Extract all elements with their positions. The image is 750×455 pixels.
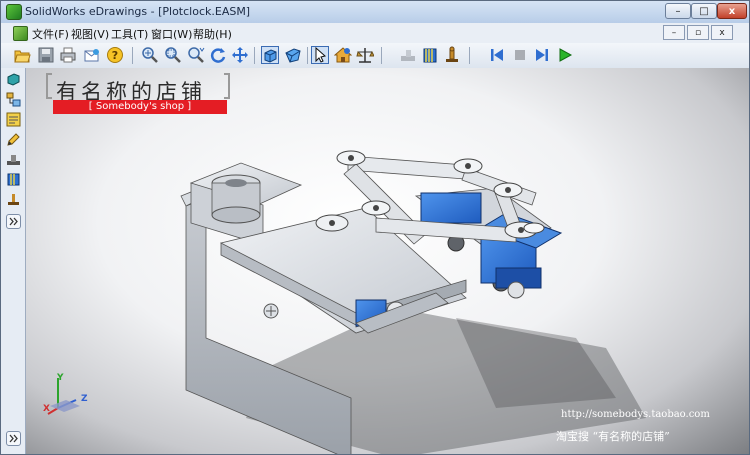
axis-z-label: Z	[81, 394, 88, 404]
menu-tools[interactable]: 工具(T)	[111, 26, 148, 42]
print-icon[interactable]	[59, 46, 77, 64]
model-viewport[interactable]: 有名称的店铺 [ Somebody's shop ] Y Z X http://…	[26, 68, 749, 454]
axis-y-label: Y	[57, 373, 64, 383]
minimize-button[interactable]: –	[665, 3, 691, 19]
section-icon[interactable]	[421, 46, 439, 64]
play-first-icon[interactable]	[488, 46, 506, 64]
markup-tool-icon[interactable]	[6, 192, 21, 207]
close-button[interactable]: x	[717, 3, 747, 19]
menu-help[interactable]: 帮助(H)	[193, 26, 232, 42]
main-toolbar: ?	[1, 43, 749, 69]
toolbar-separator	[307, 47, 308, 64]
section-tool-icon[interactable]	[6, 172, 21, 187]
menu-bar: 文件(F) 视图(V) 工具(T) 窗口(W) 帮助(H) – ▫ x	[1, 23, 749, 44]
side-toolbar	[1, 68, 26, 454]
properties-icon[interactable]	[6, 112, 21, 127]
doc-restore-button[interactable]: ▫	[687, 25, 709, 40]
document-icon[interactable]	[13, 26, 28, 41]
perspective-icon[interactable]	[284, 46, 302, 64]
app-window: SolidWorks eDrawings - [Plotclock.EASM] …	[0, 0, 750, 455]
tree-icon[interactable]	[6, 92, 21, 107]
shaded-icon[interactable]	[261, 46, 279, 64]
home-icon[interactable]	[333, 46, 353, 64]
pencil-icon[interactable]	[6, 132, 21, 147]
open-icon[interactable]	[13, 46, 31, 64]
stamp-icon[interactable]	[399, 46, 417, 64]
menu-window[interactable]: 窗口(W)	[151, 26, 192, 42]
zoom-fit-icon[interactable]	[141, 46, 159, 64]
zoom-icon[interactable]	[187, 46, 205, 64]
doc-close-button[interactable]: x	[711, 25, 733, 40]
window-title: SolidWorks eDrawings - [Plotclock.EASM]	[25, 5, 251, 18]
axis-x-label: X	[43, 404, 50, 414]
maximize-button[interactable]: □	[691, 3, 717, 19]
markup-icon[interactable]	[443, 46, 461, 64]
expand-bottom-icon[interactable]	[6, 431, 21, 446]
shop-url: http://somebodys.taobao.com	[561, 409, 710, 420]
doc-minimize-button[interactable]: –	[663, 25, 685, 40]
menu-view[interactable]: 视图(V)	[71, 26, 109, 42]
menu-file[interactable]: 文件(F)	[32, 26, 69, 42]
save-icon[interactable]	[37, 46, 55, 64]
stop-icon[interactable]	[511, 46, 529, 64]
next-icon[interactable]	[533, 46, 551, 64]
axis-triad	[47, 378, 80, 415]
pan-icon[interactable]	[231, 46, 249, 64]
stamp-tool-icon[interactable]	[6, 152, 21, 167]
zoom-area-icon[interactable]	[164, 46, 182, 64]
svg-text:?: ?	[112, 49, 118, 62]
measure-icon[interactable]	[356, 46, 375, 64]
expand-panel-icon[interactable]	[6, 214, 21, 229]
edrawings-app-icon[interactable]	[6, 4, 22, 20]
send-icon[interactable]	[83, 46, 101, 64]
toolbar-separator	[254, 47, 255, 64]
toolbar-separator	[132, 47, 133, 64]
title-bar[interactable]: SolidWorks eDrawings - [Plotclock.EASM] …	[1, 1, 749, 24]
plotclock-assembly-model[interactable]	[26, 68, 749, 454]
play-icon[interactable]	[556, 46, 574, 64]
taobao-search-text: 淘宝搜 “有名称的店铺”	[556, 430, 670, 443]
components-icon[interactable]	[6, 72, 21, 87]
select-icon[interactable]	[311, 46, 329, 64]
help-icon[interactable]: ?	[106, 46, 124, 64]
toolbar-separator	[381, 47, 382, 64]
toolbar-separator	[469, 47, 470, 64]
rotate-icon[interactable]	[209, 46, 227, 64]
